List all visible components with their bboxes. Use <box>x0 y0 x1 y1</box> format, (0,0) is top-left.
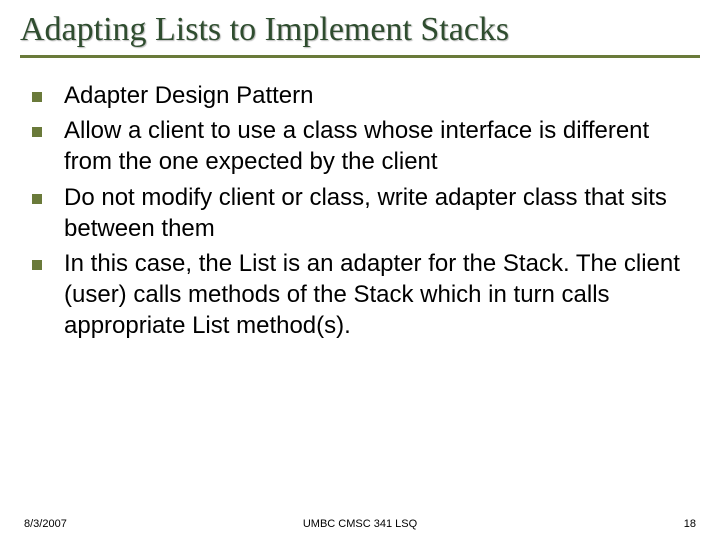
slide: Adapting Lists to Implement Stacks Adapt… <box>0 0 720 540</box>
footer-page-number: 18 <box>684 518 696 530</box>
slide-body: Adapter Design Pattern Allow a client to… <box>32 80 692 346</box>
footer-date: 8/3/2007 <box>24 518 67 530</box>
list-item: Allow a client to use a class whose inte… <box>32 115 692 177</box>
bullet-text: Adapter Design Pattern <box>64 80 692 111</box>
bullet-icon <box>32 260 42 270</box>
slide-title: Adapting Lists to Implement Stacks <box>20 10 700 49</box>
list-item: Do not modify client or class, write ada… <box>32 182 692 244</box>
title-underline: Adapting Lists to Implement Stacks <box>20 10 700 58</box>
bullet-icon <box>32 92 42 102</box>
bullet-text: Do not modify client or class, write ada… <box>64 182 692 244</box>
bullet-icon <box>32 194 42 204</box>
footer-center: UMBC CMSC 341 LSQ <box>0 518 720 530</box>
slide-footer: 8/3/2007 UMBC CMSC 341 LSQ 18 <box>0 518 720 530</box>
list-item: Adapter Design Pattern <box>32 80 692 111</box>
list-item: In this case, the List is an adapter for… <box>32 248 692 342</box>
bullet-icon <box>32 127 42 137</box>
bullet-text: In this case, the List is an adapter for… <box>64 248 692 342</box>
bullet-text: Allow a client to use a class whose inte… <box>64 115 692 177</box>
